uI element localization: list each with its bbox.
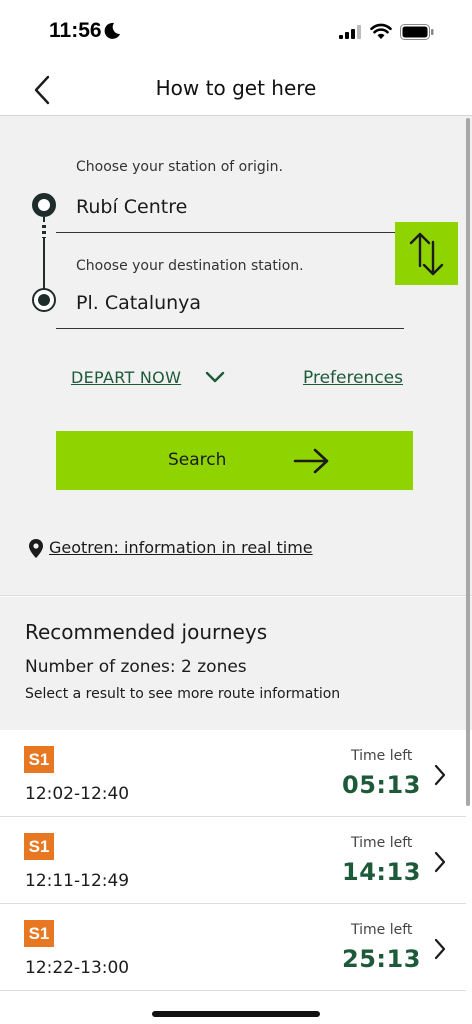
route-search-panel bbox=[0, 116, 472, 596]
swap-vertical-icon bbox=[409, 232, 444, 276]
origin-field-underline bbox=[56, 232, 401, 233]
time-left-value: 25:13 bbox=[342, 945, 421, 973]
search-button-label: Search bbox=[168, 450, 227, 470]
line-badge: S1 bbox=[24, 746, 54, 773]
home-indicator[interactable] bbox=[152, 1011, 320, 1017]
depart-now-selector[interactable]: DEPART NOW bbox=[71, 368, 181, 387]
journey-time-range: 12:11-12:49 bbox=[25, 871, 130, 891]
journey-row[interactable]: S1 12:22-13:00 Time left 25:13 bbox=[0, 904, 466, 991]
map-pin-icon bbox=[29, 539, 43, 558]
page-title: How to get here bbox=[155, 76, 317, 100]
results-hint: Select a result to see more route inform… bbox=[25, 686, 341, 702]
moon-icon bbox=[104, 22, 120, 39]
cellular-signal-icon bbox=[339, 25, 361, 39]
time-left-label: Time left bbox=[351, 748, 413, 764]
journey-row[interactable]: S1 12:11-12:49 Time left 14:13 bbox=[0, 817, 466, 904]
zones-info: Number of zones: 2 zones bbox=[25, 657, 247, 677]
origin-marker-icon bbox=[32, 193, 56, 217]
journey-time-range: 12:22-13:00 bbox=[25, 958, 130, 978]
status-time: 11:56 bbox=[49, 19, 102, 42]
destination-hint: Choose your destination station. bbox=[76, 258, 304, 274]
line-badge: S1 bbox=[24, 920, 54, 947]
scrollbar[interactable] bbox=[466, 118, 470, 806]
time-left-label: Time left bbox=[351, 922, 413, 938]
route-connector-dash bbox=[42, 222, 46, 238]
battery-icon bbox=[400, 24, 434, 40]
line-badge: S1 bbox=[24, 833, 54, 860]
geotren-link-label: Geotren: information in real time bbox=[49, 538, 313, 557]
origin-hint: Choose your station of origin. bbox=[76, 159, 283, 175]
destination-field-underline bbox=[56, 328, 404, 329]
navigation-bar: How to get here bbox=[0, 64, 472, 116]
time-left-value: 05:13 bbox=[342, 771, 421, 799]
wifi-icon bbox=[370, 23, 392, 39]
search-button[interactable]: Search bbox=[56, 431, 413, 490]
status-bar: 11:56 bbox=[0, 0, 472, 64]
origin-station-field[interactable]: Rubí Centre bbox=[76, 196, 187, 218]
chevron-right-icon bbox=[434, 938, 446, 960]
time-left-value: 14:13 bbox=[342, 858, 421, 886]
chevron-down-icon[interactable] bbox=[204, 368, 226, 386]
chevron-right-icon bbox=[434, 851, 446, 873]
destination-station-field[interactable]: Pl. Catalunya bbox=[76, 292, 201, 314]
chevron-right-icon bbox=[434, 764, 446, 786]
swap-stations-button[interactable] bbox=[395, 222, 458, 285]
journey-row[interactable]: S1 12:02-12:40 Time left 05:13 bbox=[0, 730, 466, 817]
destination-marker-icon bbox=[32, 288, 56, 312]
journey-time-range: 12:02-12:40 bbox=[25, 784, 130, 804]
preferences-link[interactable]: Preferences bbox=[303, 368, 403, 388]
results-title: Recommended journeys bbox=[25, 620, 268, 644]
time-left-label: Time left bbox=[351, 835, 413, 851]
arrow-right-icon bbox=[293, 448, 329, 474]
